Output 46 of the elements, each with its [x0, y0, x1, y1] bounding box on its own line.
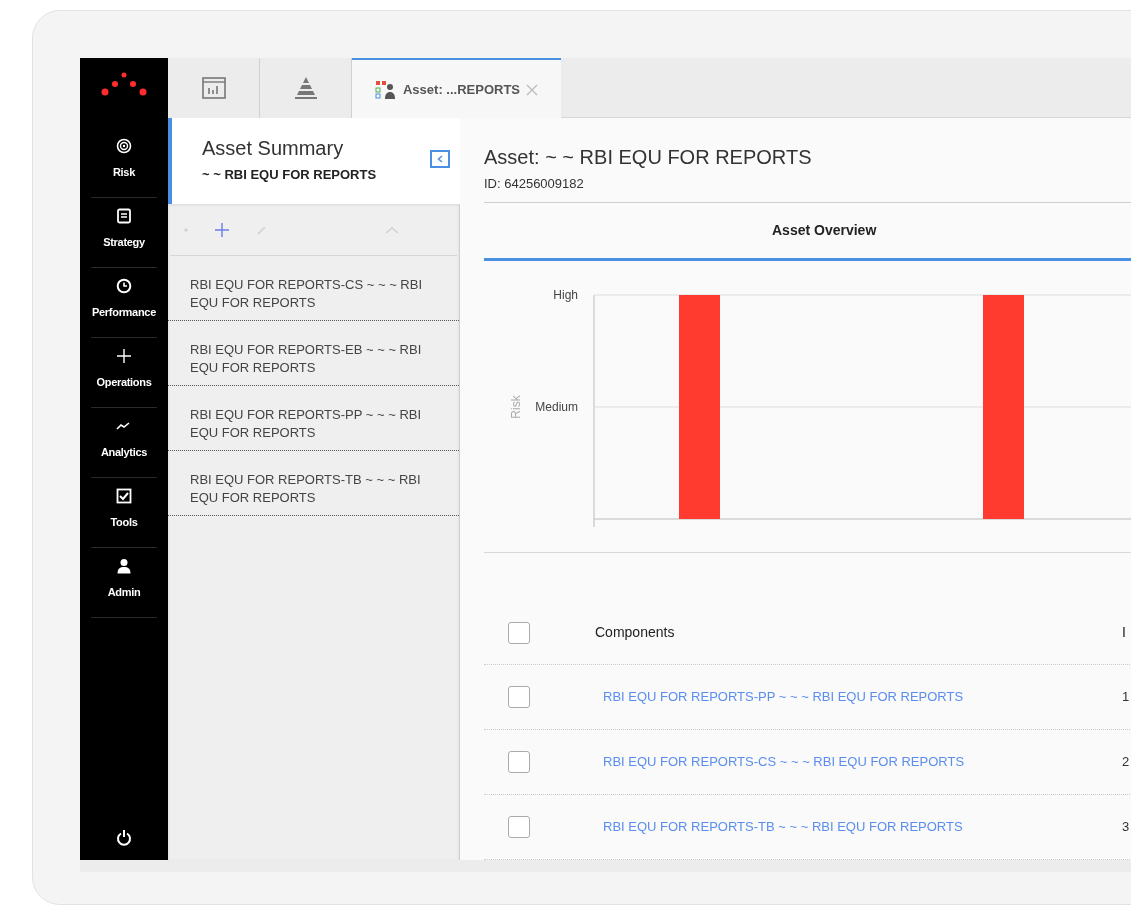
report-icon	[201, 77, 226, 99]
nav-item[interactable]: Operations	[91, 338, 157, 408]
summary-subtitle: ~ ~ RBI EQU FOR REPORTS	[202, 166, 378, 184]
checkbox[interactable]	[508, 816, 530, 838]
chevron-up-icon[interactable]	[385, 225, 399, 234]
asset-title: Asset: ~ ~ RBI EQU FOR REPORTS	[484, 145, 813, 170]
nav-item[interactable]: Admin	[91, 548, 157, 618]
tab[interactable]	[260, 58, 352, 118]
target-icon	[116, 138, 132, 154]
nav-item[interactable]: Analytics	[91, 408, 157, 478]
power-icon[interactable]	[116, 829, 132, 846]
checkbox[interactable]	[508, 686, 530, 708]
table-cell-text: 2	[1122, 753, 1130, 772]
user-icon	[116, 558, 132, 574]
summary-list-item[interactable]: RBI EQU FOR REPORTS-TB ~ ~ ~ RBI EQU FOR REPORTS	[168, 451, 459, 516]
y-axis-title: Risk	[509, 395, 523, 419]
tab[interactable]: Asset: ...REPORTS	[352, 58, 561, 119]
y-tick-label: High	[553, 288, 578, 302]
edit-icon[interactable]	[256, 223, 268, 236]
checkbox[interactable]	[508, 751, 530, 773]
asset-id: ID: 64256009182	[484, 175, 585, 193]
checkbox[interactable]	[508, 621, 530, 644]
summary-list-item[interactable]: RBI EQU FOR REPORTS-EB ~ ~ ~ RBI EQU FOR REPORTS	[168, 321, 459, 386]
nav-item[interactable]: Tools	[91, 478, 157, 548]
summary-list-item[interactable]: RBI EQU FOR REPORTS-PP ~ ~ ~ RBI EQU FOR REPORTS	[168, 386, 459, 451]
summary-list-item[interactable]: RBI EQU FOR REPORTS-CS ~ ~ ~ RBI EQU FOR REPORTS	[168, 256, 459, 321]
collapse-button[interactable]	[430, 150, 450, 168]
nav-item[interactable]: Strategy	[91, 198, 157, 268]
chevron-left-icon	[437, 155, 443, 163]
pyramid-icon	[293, 76, 318, 100]
document-icon	[116, 208, 132, 224]
add-icon[interactable]	[214, 221, 230, 238]
y-tick-label: Medium	[535, 400, 578, 414]
tab[interactable]	[168, 58, 260, 118]
summary-title: Asset Summary	[202, 136, 345, 160]
column-header[interactable]: Components	[595, 622, 675, 643]
checkbox-icon	[116, 488, 132, 504]
asset-icon	[375, 79, 397, 100]
nav-item[interactable]: Risk	[91, 128, 157, 198]
plus-icon	[116, 348, 132, 364]
clock-icon	[116, 278, 132, 294]
asset-overview-tab[interactable]: Asset Overview	[484, 202, 1131, 261]
table-cell-text: 3	[1122, 818, 1130, 837]
table-cell-text: 1	[1122, 688, 1130, 707]
nav-item[interactable]: Performance	[91, 268, 157, 338]
close-icon[interactable]	[526, 83, 538, 96]
